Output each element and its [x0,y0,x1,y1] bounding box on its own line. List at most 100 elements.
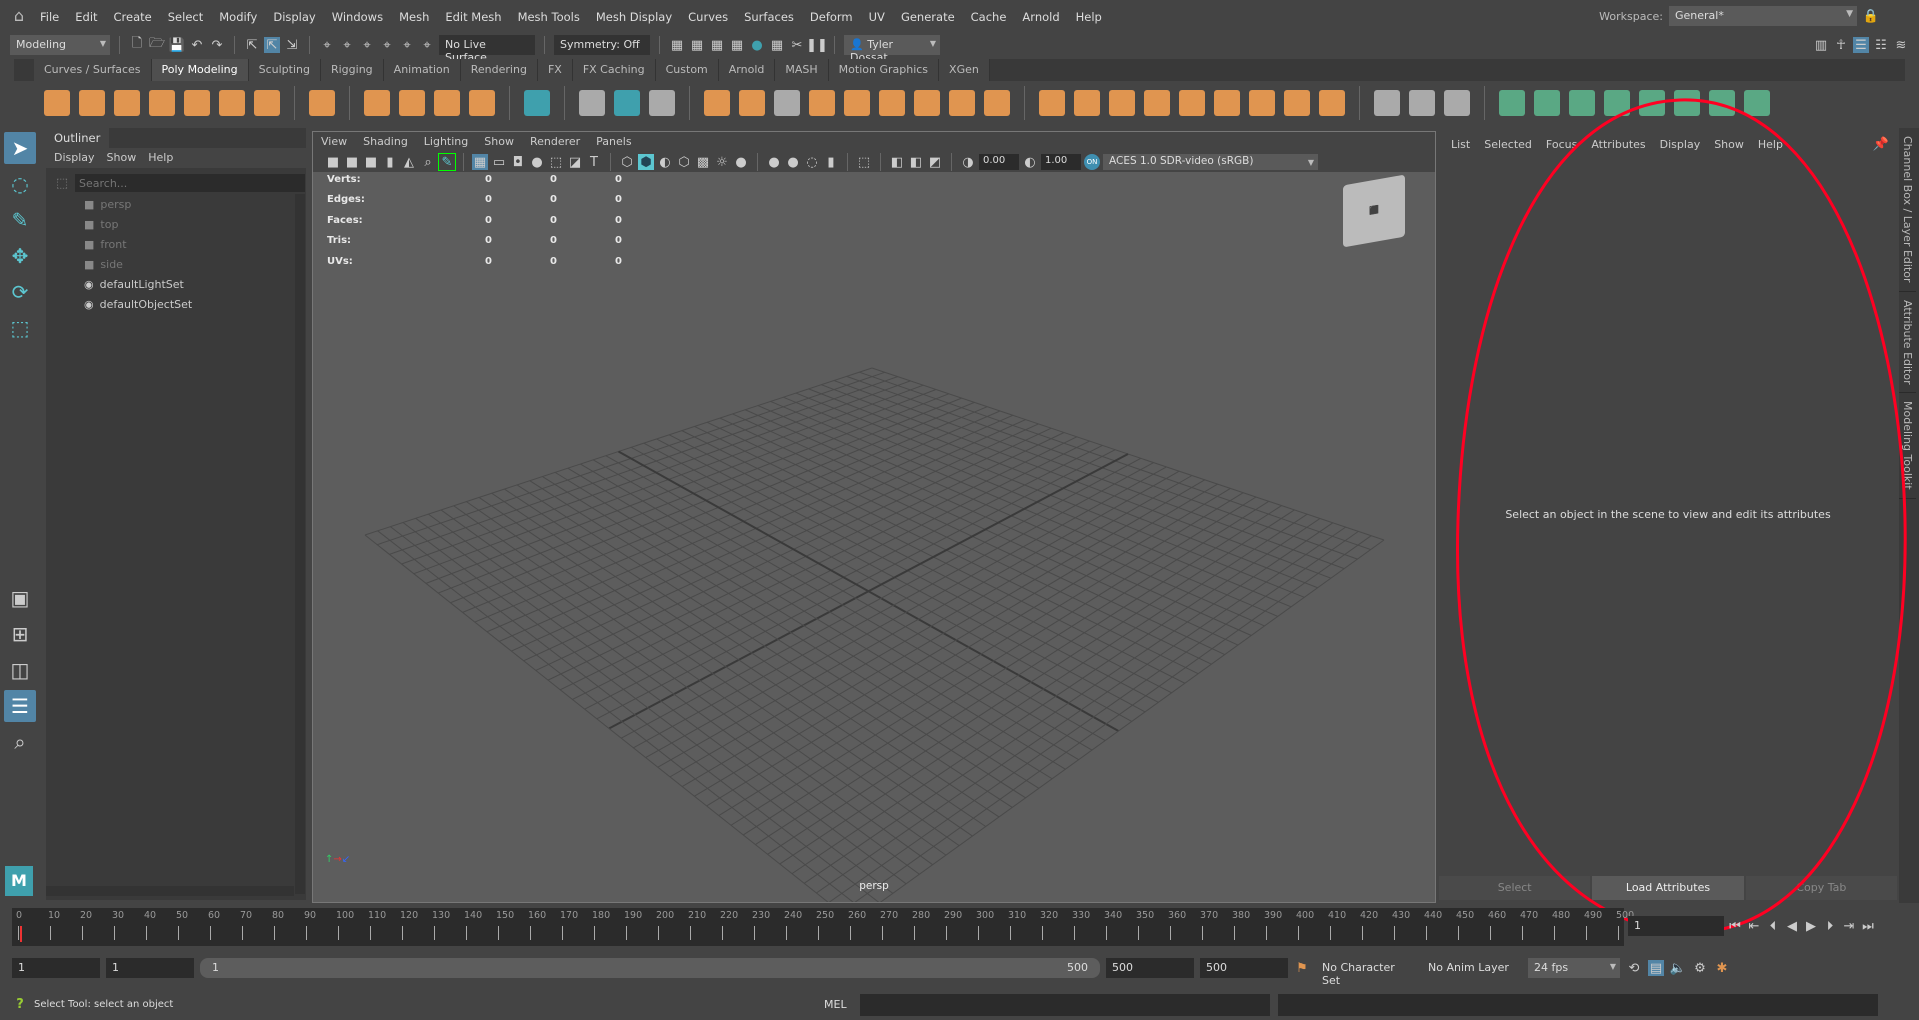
attr-menu-focus[interactable]: Focus [1546,138,1577,151]
textured-icon[interactable]: ▩ [695,154,711,170]
exposure-icon[interactable]: ◑ [960,154,976,170]
single-pane-layout-icon[interactable]: ▣ [4,582,36,614]
play-forwards-icon[interactable]: ▶ [1803,918,1819,934]
text-icon[interactable] [434,90,460,116]
sphere-icon[interactable] [44,90,70,116]
render-settings-icon[interactable]: ▦ [669,37,685,53]
menu-edit[interactable]: Edit [67,10,105,24]
gate-mask-icon[interactable]: ● [529,154,545,170]
menu-mesh-display[interactable]: Mesh Display [588,10,680,24]
menu-help[interactable]: Help [1068,10,1110,24]
planar-uv-icon[interactable] [1499,90,1525,116]
mirror-icon[interactable] [809,90,835,116]
menu-arnold[interactable]: Arnold [1014,10,1067,24]
image-plane-icon[interactable]: ◭ [401,154,417,170]
camera-select-icon[interactable]: ■ [325,154,341,170]
menu-generate[interactable]: Generate [893,10,963,24]
shelf-tab-rigging[interactable]: Rigging [320,59,384,81]
workspace-select[interactable]: General* [1669,6,1857,26]
time-slider[interactable]: 0 10 20 30 40 50 60 70 80 90 100 110 120 130 140 150 160… [12,908,1634,946]
attr-menu-help[interactable]: Help [1758,138,1783,151]
user-account-select[interactable]: 👤 Tyler Dossat [844,35,940,64]
attribute-editor-toggle-icon[interactable]: ☰ [1853,37,1869,53]
tool-settings-icon[interactable]: ☷ [1873,37,1889,53]
shelf-tab-poly-modeling[interactable]: Poly Modeling [151,59,249,81]
gamma-icon[interactable]: ◐ [1022,154,1038,170]
anim-layer-select[interactable]: No Anim Layer [1422,958,1522,978]
super-shape-icon[interactable] [364,90,390,116]
shelf-tab-rendering[interactable]: Rendering [460,59,538,81]
hypershade-icon[interactable]: ● [749,37,765,53]
viewport-menu-renderer[interactable]: Renderer [530,135,580,149]
animation-preferences-icon[interactable]: ⚙ [1692,960,1708,976]
color-management-toggle-icon[interactable]: ON [1084,154,1100,170]
snap-point-icon[interactable]: ⌖ [359,37,375,53]
side-tab-channel-box-layer-editor[interactable]: Channel Box / Layer Editor [1899,128,1916,292]
menu-mesh-tools[interactable]: Mesh Tools [510,10,588,24]
auto-key-icon[interactable]: ⚑ [1294,960,1310,976]
field-chart-icon[interactable]: ⬚ [548,154,564,170]
unfold-icon[interactable] [1709,90,1735,116]
remesh-icon[interactable] [914,90,940,116]
select-hierarchy-icon[interactable]: ⇱ [244,37,260,53]
step-forward-frame-icon[interactable]: ⏵ [1822,918,1838,934]
uv-editor-icon[interactable] [524,90,550,116]
torus-icon[interactable] [184,90,210,116]
character-controls-icon[interactable]: ☥ [1833,37,1849,53]
filter-icon[interactable]: ⬚ [54,175,70,191]
menu-file[interactable]: File [32,10,67,24]
select-component-icon[interactable]: ⇲ [284,37,300,53]
shelf-tab-animation[interactable]: Animation [383,59,461,81]
lasso-tool-icon[interactable]: ◌ [4,168,36,200]
select-tool-icon[interactable]: ➤ [4,132,36,164]
cone-icon[interactable] [149,90,175,116]
move-tool-icon[interactable]: ✥ [4,240,36,272]
history-icon[interactable] [614,90,640,116]
outliner-layout-icon[interactable]: ☰ [4,690,36,722]
play-backwards-icon[interactable]: ◀ [1784,918,1800,934]
spherical-uv-icon[interactable] [1569,90,1595,116]
gamma-field[interactable]: 1.00 [1041,154,1081,170]
channel-box-icon[interactable]: ≋ [1893,37,1909,53]
camera-attributes-icon[interactable]: ■ [363,154,379,170]
bridge-icon[interactable] [1074,90,1100,116]
live-surface-field[interactable]: No Live Surface [439,35,535,64]
outliner-item[interactable]: ■ persp [46,194,294,214]
xray-icon[interactable]: ◧ [889,154,905,170]
cut-sew-icon[interactable] [1744,90,1770,116]
two-pane-layout-icon[interactable]: ◫ [4,654,36,686]
attr-menu-show[interactable]: Show [1714,138,1744,151]
cache-playback-icon[interactable]: ▤ [1648,960,1664,976]
render-frame-icon[interactable]: ▦ [689,37,705,53]
select-button[interactable]: Select [1439,876,1591,900]
character-icon[interactable]: ✱ [1714,960,1730,976]
exposure-field[interactable]: 0.00 [979,154,1019,170]
shelf-tab-custom[interactable]: Custom [655,59,719,81]
side-tab-modeling-toolkit[interactable]: Modeling Toolkit [1899,393,1916,499]
outliner-scrollbar[interactable] [295,194,305,894]
motion-blur-icon[interactable]: ● [785,154,801,170]
platonic-icon[interactable] [309,90,335,116]
step-forward-key-icon[interactable]: ⇥ [1841,918,1857,934]
safe-title-icon[interactable]: T [586,154,602,170]
fps-select[interactable]: 24 fps [1528,958,1620,978]
fill-hole-icon[interactable] [1319,90,1345,116]
multi-cut-icon[interactable] [1214,90,1240,116]
render-setup-icon[interactable]: ▦ [769,37,785,53]
save-scene-icon[interactable]: 💾 [169,37,185,53]
step-back-frame-icon[interactable]: ⏴ [1765,918,1781,934]
go-to-end-icon[interactable]: ⏭ [1860,918,1876,934]
pause-icon[interactable]: ❚❚ [806,37,828,53]
attr-menu-attributes[interactable]: Attributes [1591,138,1645,151]
menuset-select[interactable]: Modeling [10,35,110,55]
current-time-indicator[interactable] [20,926,22,942]
view-cube[interactable]: ⬛ [1343,174,1405,248]
separate-icon[interactable] [739,90,765,116]
render-view-icon[interactable]: ▦ [729,37,745,53]
playback-end-field[interactable]: 500 [1106,958,1194,978]
viewport-menu-show[interactable]: Show [484,135,514,149]
character-set-select[interactable]: No Character Set [1316,958,1416,987]
outliner-search-input[interactable] [75,174,305,192]
shelf-tab-motion-graphics[interactable]: Motion Graphics [828,59,940,81]
snap-grid-icon[interactable]: ⌖ [319,37,335,53]
